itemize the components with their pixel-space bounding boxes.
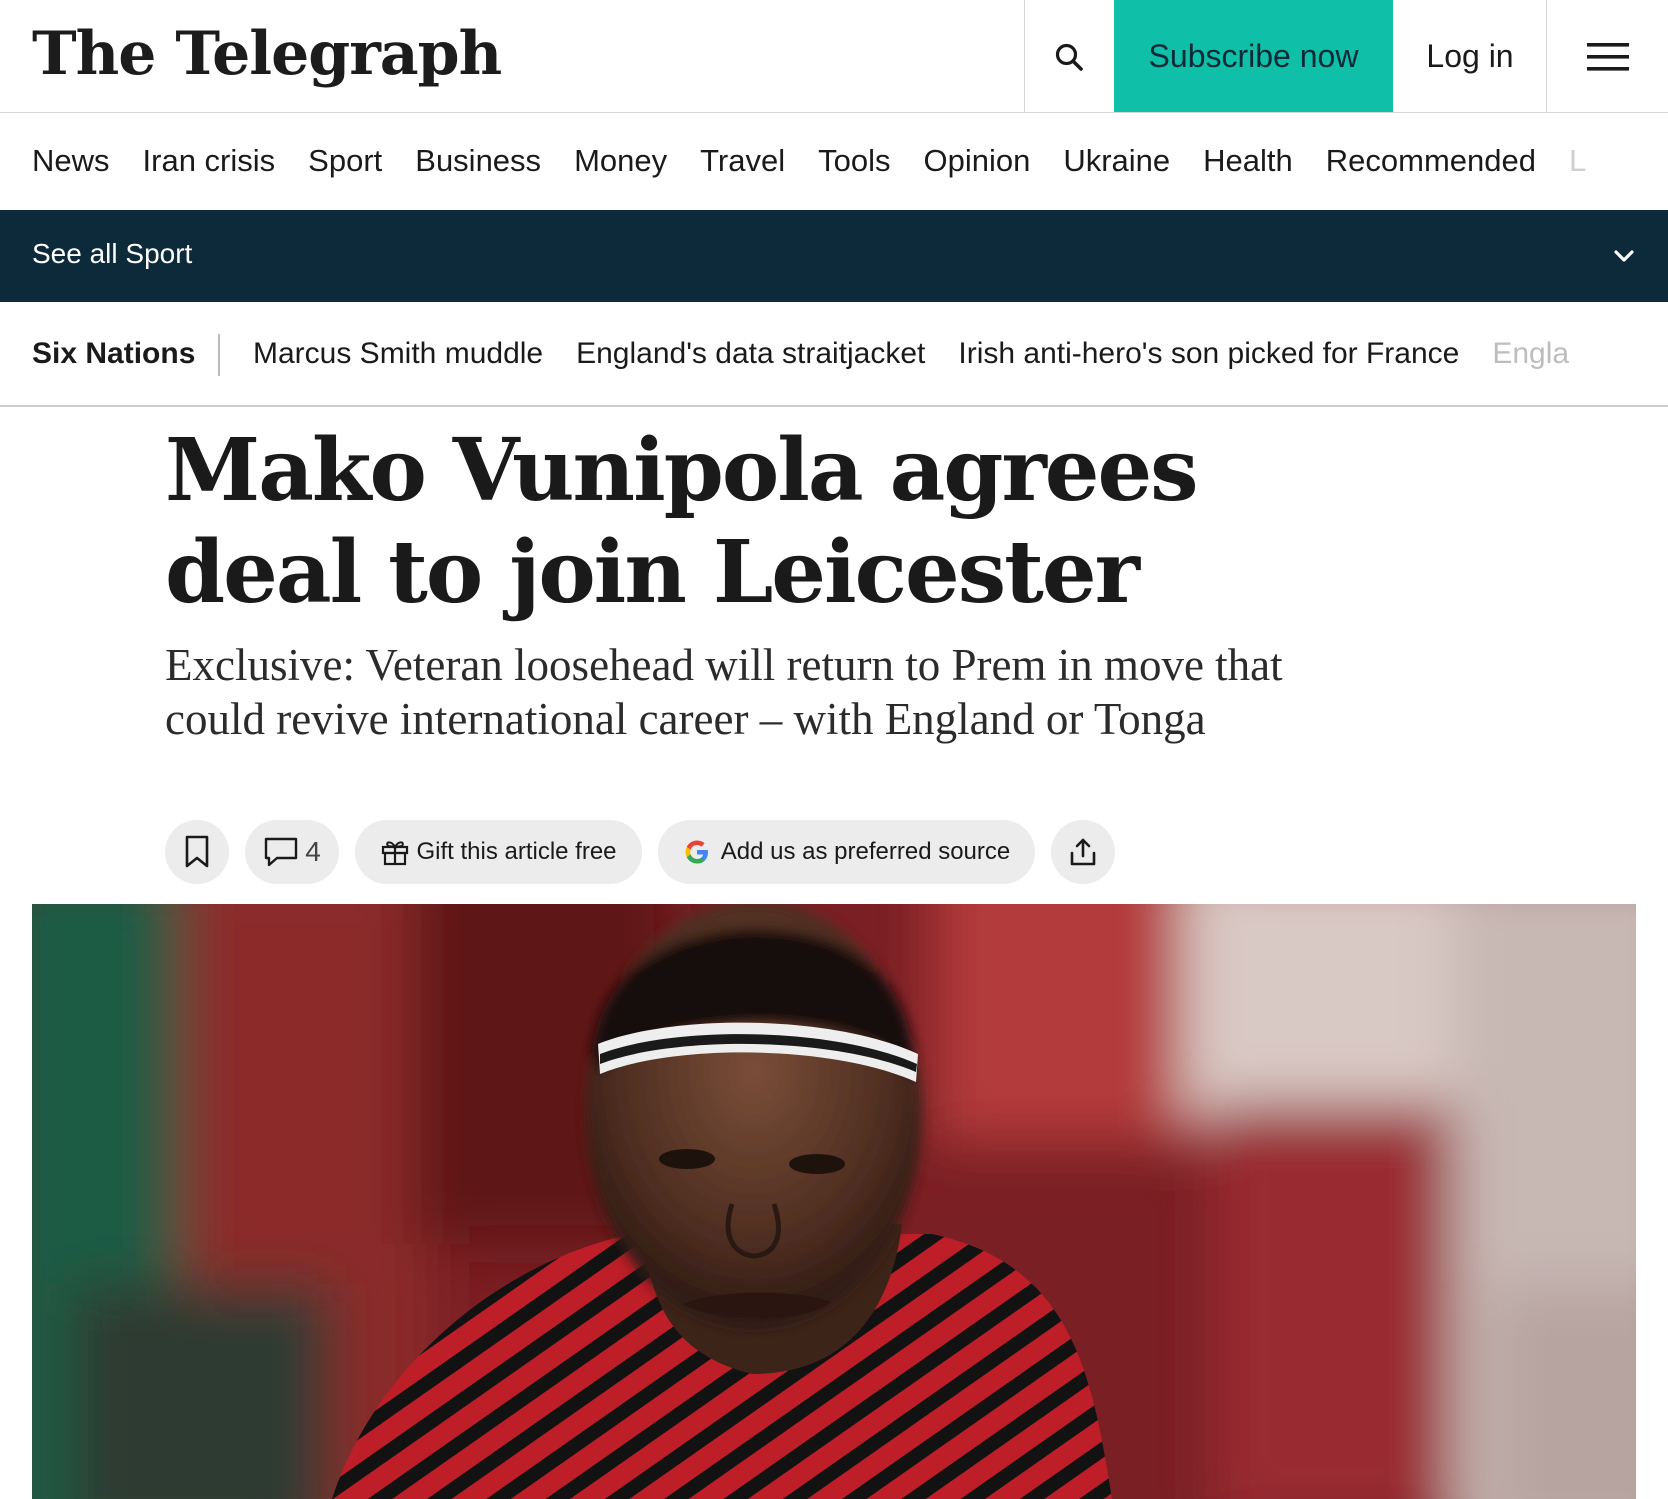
gift-icon	[382, 841, 409, 866]
login-button[interactable]: Log in	[1394, 0, 1546, 113]
nav-item-ukraine[interactable]: Ukraine	[1063, 138, 1170, 184]
nav-item-recommended[interactable]: Recommended	[1326, 138, 1536, 184]
comment-count: 4	[305, 836, 321, 867]
nav-item-tools[interactable]: Tools	[818, 138, 890, 184]
nav-item-money[interactable]: Money	[574, 138, 667, 184]
nav-item-travel[interactable]: Travel	[700, 138, 785, 184]
share-button[interactable]	[1051, 820, 1115, 884]
telegraph-logo[interactable]: The Telegraph	[32, 14, 502, 94]
nav-item-business[interactable]: Business	[415, 138, 541, 184]
see-all-sport-bar[interactable]: See all Sport	[0, 210, 1668, 302]
primary-nav: News Iran crisis Sport Business Money Tr…	[0, 114, 1668, 210]
subnav-item-irish-anti-hero[interactable]: Irish anti-hero's son picked for France	[958, 332, 1459, 376]
six-nations-subnav: Six Nations Marcus Smith muddle England'…	[0, 302, 1668, 407]
bookmark-icon	[185, 835, 209, 868]
article-headline: Mako Vunipola agrees deal to join Leices…	[165, 420, 1199, 623]
subscribe-button[interactable]: Subscribe now	[1114, 0, 1393, 112]
chevron-down-icon	[1614, 250, 1634, 262]
site-header: The Telegraph Subscribe now Log in	[0, 0, 1668, 113]
nav-item-sport[interactable]: Sport	[308, 138, 382, 184]
subnav-item-data-straitjacket[interactable]: England's data straitjacket	[576, 332, 925, 376]
nav-fade-overlay	[1608, 114, 1668, 210]
subnav-divider	[218, 334, 220, 376]
subnav-section-title[interactable]: Six Nations	[32, 332, 195, 376]
search-icon	[1055, 43, 1083, 71]
subnav-item-marcus-smith[interactable]: Marcus Smith muddle	[253, 332, 543, 376]
subnav-item-overflow[interactable]: Engla	[1492, 332, 1569, 376]
nav-item-overflow[interactable]: L	[1569, 138, 1586, 184]
gift-article-button[interactable]: Gift this article free	[355, 820, 642, 884]
hamburger-menu-icon	[1586, 42, 1629, 71]
google-logo-icon	[685, 840, 708, 864]
search-button[interactable]	[1025, 0, 1113, 113]
rugby-player-photo	[32, 904, 1636, 1499]
nav-item-iran-crisis[interactable]: Iran crisis	[143, 138, 276, 184]
menu-button[interactable]	[1547, 0, 1668, 113]
article-actions: 4 Gift this article free Add us as prefe…	[165, 820, 1131, 884]
article-standfirst: Exclusive: Veteran loosehead will return…	[165, 640, 1283, 744]
preferred-source-button[interactable]: Add us as preferred source	[658, 820, 1035, 884]
nav-item-opinion[interactable]: Opinion	[923, 138, 1030, 184]
preferred-source-label: Add us as preferred source	[720, 838, 1011, 865]
gift-article-label: Gift this article free	[416, 838, 617, 865]
nav-item-news[interactable]: News	[32, 138, 110, 184]
share-icon	[1070, 838, 1096, 866]
article-hero-image	[32, 904, 1636, 1499]
nav-item-health[interactable]: Health	[1203, 138, 1293, 184]
bookmark-button[interactable]	[165, 820, 229, 884]
see-all-sport-label: See all Sport	[32, 238, 193, 269]
comments-button[interactable]: 4	[245, 820, 339, 884]
comment-icon	[265, 837, 298, 867]
